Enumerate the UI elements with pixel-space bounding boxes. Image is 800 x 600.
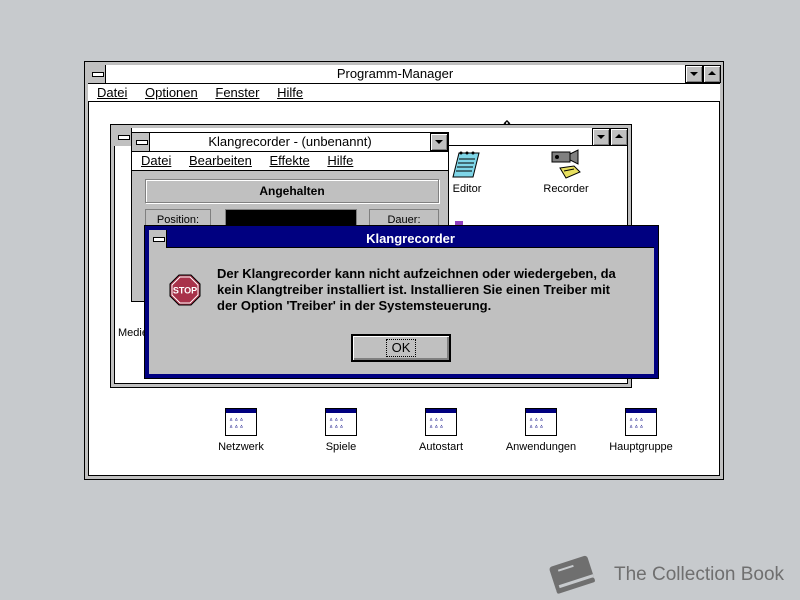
minimize-icon — [597, 135, 605, 139]
program-item-label: Recorder — [543, 183, 589, 195]
minimize-button[interactable] — [685, 65, 703, 83]
program-group-label: Spiele — [325, 441, 357, 453]
ok-button[interactable]: OK — [351, 334, 451, 362]
system-menu-icon — [136, 140, 148, 145]
program-manager-menubar: Datei Optionen Fenster Hilfe — [88, 84, 720, 102]
menu-datei[interactable]: Datei — [141, 153, 171, 168]
menu-datei[interactable]: Datei — [97, 85, 127, 100]
message-line-1: Der Klangrecorder kann nicht aufzeichnen… — [217, 266, 616, 281]
program-group-label: Hauptgruppe — [609, 441, 673, 453]
ok-button-label: OK — [386, 339, 416, 357]
sound-recorder-minimize-button[interactable] — [430, 133, 448, 151]
menu-effekte[interactable]: Effekte — [270, 153, 310, 168]
maximize-icon — [708, 71, 716, 75]
sound-recorder-titlebar[interactable]: Klangrecorder - (unbenannt) — [132, 133, 448, 152]
menu-fenster[interactable]: Fenster — [215, 85, 259, 100]
program-group-icon: ▵▵▵ ▵▵▵ — [625, 408, 657, 436]
program-manager-titlebar[interactable]: Programm-Manager — [88, 65, 721, 84]
status-panel: Angehalten — [145, 179, 439, 203]
menu-bearbeiten[interactable]: Bearbeiten — [189, 153, 252, 168]
macro-recorder-icon — [551, 149, 581, 179]
system-menu-button[interactable] — [88, 65, 106, 83]
minimize-icon — [690, 72, 698, 76]
maximize-button[interactable] — [703, 65, 721, 83]
dialog-system-menu-button[interactable] — [149, 230, 167, 248]
maximize-icon — [615, 134, 623, 138]
sound-recorder-menubar: Datei Bearbeiten Effekte Hilfe — [132, 152, 448, 171]
program-group-icon: ▵▵▵ ▵▵▵ — [425, 408, 457, 436]
sound-recorder-system-menu-button[interactable] — [132, 133, 150, 151]
program-group-icon: ▵▵▵ ▵▵▵ — [525, 408, 557, 436]
group-maximize-button[interactable] — [610, 128, 628, 146]
system-menu-icon — [153, 237, 165, 242]
message-line-3: der Option 'Treiber' in der Systemsteuer… — [217, 298, 492, 313]
watermark-text: The Collection Book — [614, 564, 785, 585]
group-system-menu-button[interactable] — [114, 128, 132, 146]
menu-hilfe[interactable]: Hilfe — [327, 153, 353, 168]
group-minimize-button[interactable] — [592, 128, 610, 146]
system-menu-icon — [118, 135, 130, 140]
program-group-label: Anwendungen — [505, 441, 577, 453]
dialog-titlebar[interactable]: Klangrecorder — [149, 230, 654, 248]
system-menu-icon — [92, 72, 104, 77]
dialog-message: Der Klangrecorder kann nicht aufzeichnen… — [217, 266, 647, 314]
program-group-icon: ▵▵▵ ▵▵▵ — [225, 408, 257, 436]
notepad-icon — [452, 151, 480, 178]
minimize-icon — [435, 140, 443, 144]
book-icon — [549, 555, 595, 594]
stop-sign-text: STOP — [173, 286, 197, 296]
error-dialog: Klangrecorder STOP Der Klangrecorder kan… — [145, 226, 658, 378]
program-manager-title: Programm-Manager — [336, 66, 454, 81]
sound-recorder-title: Klangrecorder - (unbenannt) — [208, 134, 372, 149]
program-group-icon: ▵▵▵ ▵▵▵ — [325, 408, 357, 436]
menu-hilfe[interactable]: Hilfe — [277, 85, 303, 100]
program-group-label: Autostart — [418, 441, 464, 453]
partial-icon-label: Medie — [118, 327, 148, 339]
stop-sign-icon: STOP — [169, 274, 201, 306]
menu-optionen[interactable]: Optionen — [145, 85, 198, 100]
dialog-title: Klangrecorder — [366, 231, 455, 246]
program-group-label: Netzwerk — [218, 441, 264, 453]
message-line-2: kein Klangtreiber installiert ist. Insta… — [217, 282, 611, 297]
